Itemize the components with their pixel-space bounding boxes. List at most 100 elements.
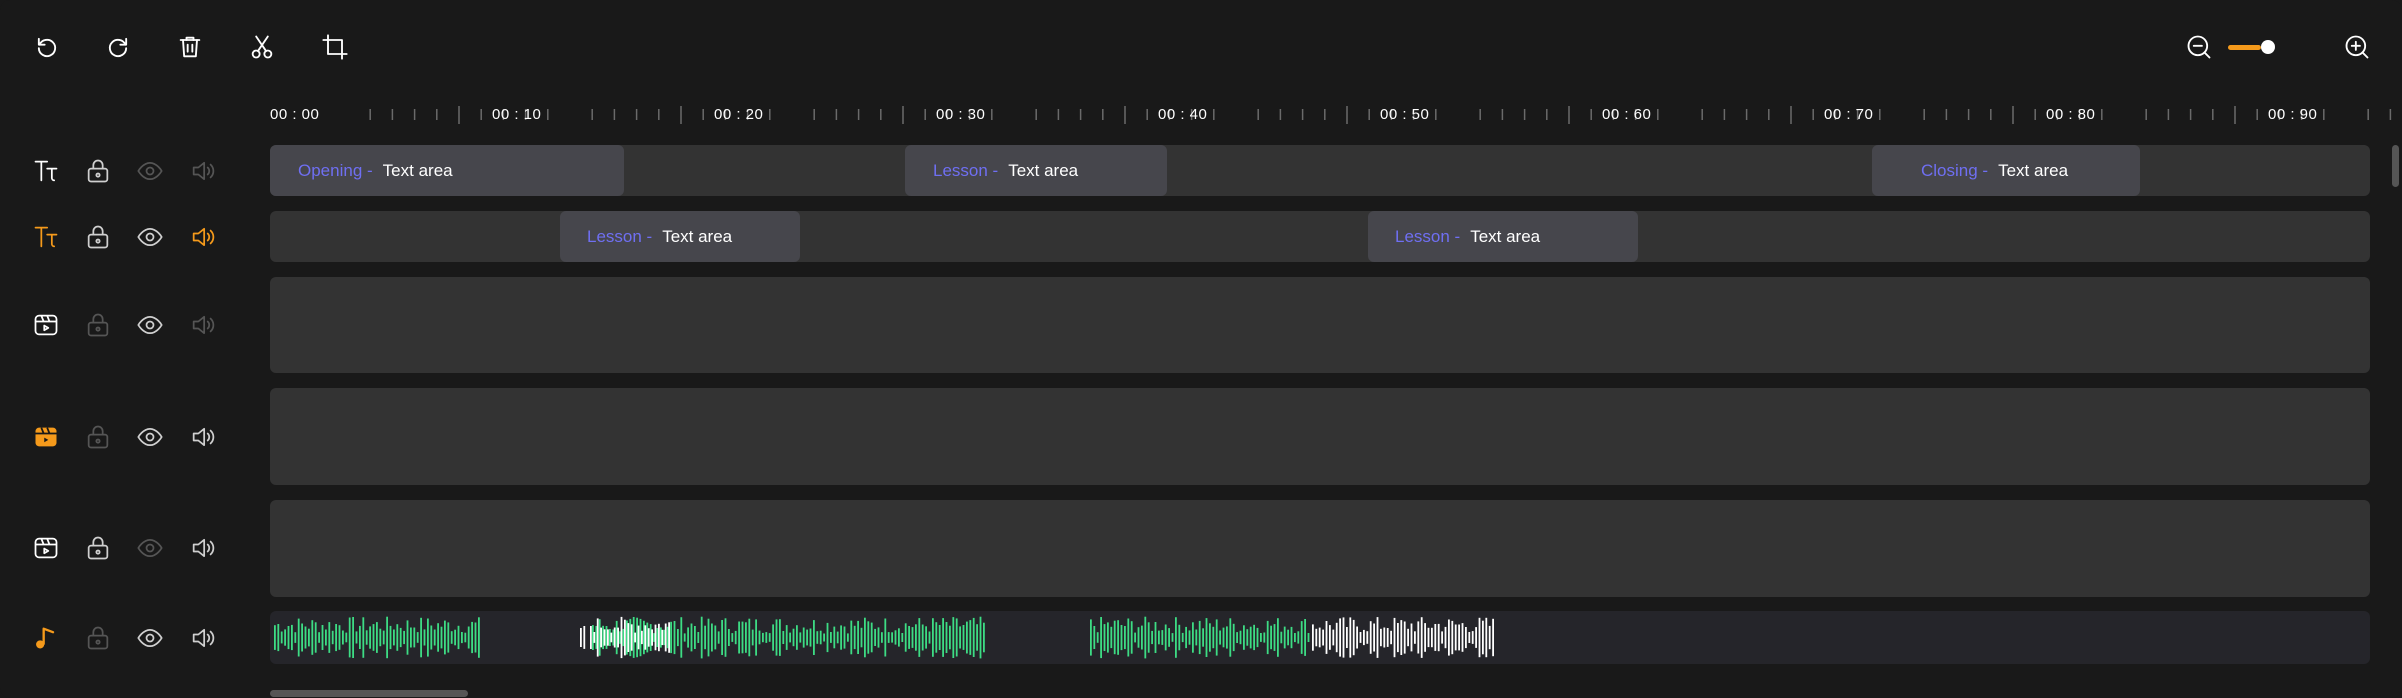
visibility-toggle[interactable] (133, 531, 167, 565)
audio-lane[interactable] (270, 611, 2370, 664)
lock-toggle[interactable] (81, 154, 115, 188)
text-clip[interactable]: Closing - Text area (1872, 145, 2140, 196)
waveform-bar (1437, 623, 1440, 652)
waveform-bar (658, 623, 660, 652)
zoom-out-button[interactable] (2180, 28, 2218, 66)
waveform-bar (802, 627, 805, 648)
waveform-bar (352, 617, 354, 658)
track-lane[interactable] (270, 277, 2370, 373)
waveform-bar (690, 623, 693, 652)
waveform-bar (1325, 621, 1328, 654)
zoom-slider-thumb[interactable] (2261, 40, 2275, 54)
waveform-bar (1219, 630, 1221, 645)
waveform-bar (1283, 626, 1286, 649)
waveform-bar (1448, 619, 1450, 656)
waveform-bar (887, 632, 890, 643)
track-lane[interactable] (270, 388, 2370, 485)
track-lane[interactable]: Lesson - Text area Lesson - Text area (270, 211, 2370, 262)
lock-icon (87, 313, 109, 337)
waveform-bar (580, 628, 582, 647)
undo-button[interactable] (28, 28, 66, 66)
lock-icon (87, 626, 109, 650)
waveform-bar (1202, 628, 1204, 647)
visibility-toggle[interactable] (133, 621, 167, 655)
crop-button[interactable] (316, 28, 354, 66)
visibility-toggle[interactable] (133, 154, 167, 188)
waveform-bar (765, 632, 768, 643)
waveform-bar (983, 622, 985, 653)
horizontal-scrollbar[interactable] (270, 690, 468, 697)
mute-toggle[interactable] (186, 420, 220, 454)
waveform-bar (1471, 631, 1474, 644)
video-track-icon (29, 420, 63, 454)
text-clip[interactable]: Lesson - Text area (560, 211, 800, 262)
waveform-bar (1335, 622, 1338, 653)
redo-button[interactable] (99, 28, 137, 66)
lock-toggle[interactable] (81, 308, 115, 342)
waveform-bar (406, 620, 409, 655)
clip-text: Text area (1998, 160, 2069, 180)
waveform-bar (345, 632, 348, 643)
waveform-bar (1485, 617, 1488, 658)
waveform-bar (1356, 626, 1358, 649)
waveform-bar (833, 626, 836, 649)
zoom-in-button[interactable] (2338, 28, 2376, 66)
waveform-bar (1369, 621, 1372, 654)
audio-waveform[interactable] (270, 611, 2370, 664)
mute-toggle[interactable] (186, 531, 220, 565)
undo-icon (37, 37, 57, 58)
mute-toggle[interactable] (186, 220, 220, 254)
track-lane[interactable] (270, 500, 2370, 597)
waveform-bar (328, 622, 331, 653)
waveform-bar (949, 625, 951, 650)
waveform-bar (641, 630, 643, 645)
vertical-scrollbar[interactable] (2392, 145, 2399, 187)
waveform-bar (304, 626, 307, 649)
text-clip[interactable]: Opening - Text area (270, 145, 624, 196)
timeline-editor: 00 : 00 00 : 10 00 : 20 00 : 30 00 : 40 … (0, 0, 2402, 698)
waveform-bar (1475, 627, 1477, 648)
visibility-toggle[interactable] (133, 420, 167, 454)
waveform-bar (1164, 624, 1167, 651)
waveform-bar (670, 621, 672, 654)
ruler-label: 00 : 70 (1824, 106, 1874, 123)
waveform-bar (830, 632, 832, 643)
waveform-bar (1407, 628, 1409, 647)
lock-toggle[interactable] (81, 420, 115, 454)
waveform-bar (1454, 624, 1457, 651)
clip-text: Text area (1470, 226, 1541, 246)
track-lane[interactable]: Opening - Text area Lesson - Text area C… (270, 145, 2370, 196)
waveform-bar (1137, 627, 1140, 648)
visibility-toggle[interactable] (133, 220, 167, 254)
mute-toggle[interactable] (186, 154, 220, 188)
lock-toggle[interactable] (81, 621, 115, 655)
visibility-toggle[interactable] (133, 308, 167, 342)
waveform-bar (928, 631, 931, 644)
waveform-bar (1256, 627, 1259, 648)
waveform-bar (1488, 625, 1491, 650)
mute-toggle[interactable] (186, 621, 220, 655)
time-ruler[interactable]: 00 : 00 00 : 10 00 : 20 00 : 30 00 : 40 … (270, 100, 2402, 132)
text-clip[interactable]: Lesson - Text area (905, 145, 1167, 196)
waveform-bar (945, 622, 948, 653)
lock-toggle[interactable] (81, 531, 115, 565)
waveform-bar (972, 617, 975, 657)
clip-tag: Opening - (298, 160, 373, 180)
waveform-bar (277, 624, 280, 652)
waveform-bar (1158, 630, 1160, 645)
delete-button[interactable] (171, 28, 209, 66)
text-clip[interactable]: Lesson - Text area (1368, 211, 1638, 262)
mute-toggle[interactable] (186, 308, 220, 342)
waveform-bar (1185, 626, 1187, 649)
zoom-slider[interactable] (2228, 38, 2278, 56)
waveform-bar (1346, 627, 1348, 648)
waveform-bar (427, 618, 429, 657)
ruler-label: 00 : 50 (1380, 106, 1430, 123)
split-button[interactable] (243, 28, 281, 66)
waveform-bar (668, 622, 670, 653)
waveform-bar (382, 630, 385, 645)
waveform-bar (613, 627, 616, 648)
waveform-bar (386, 616, 388, 659)
lock-toggle[interactable] (81, 220, 115, 254)
waveform-bar (1380, 628, 1382, 647)
